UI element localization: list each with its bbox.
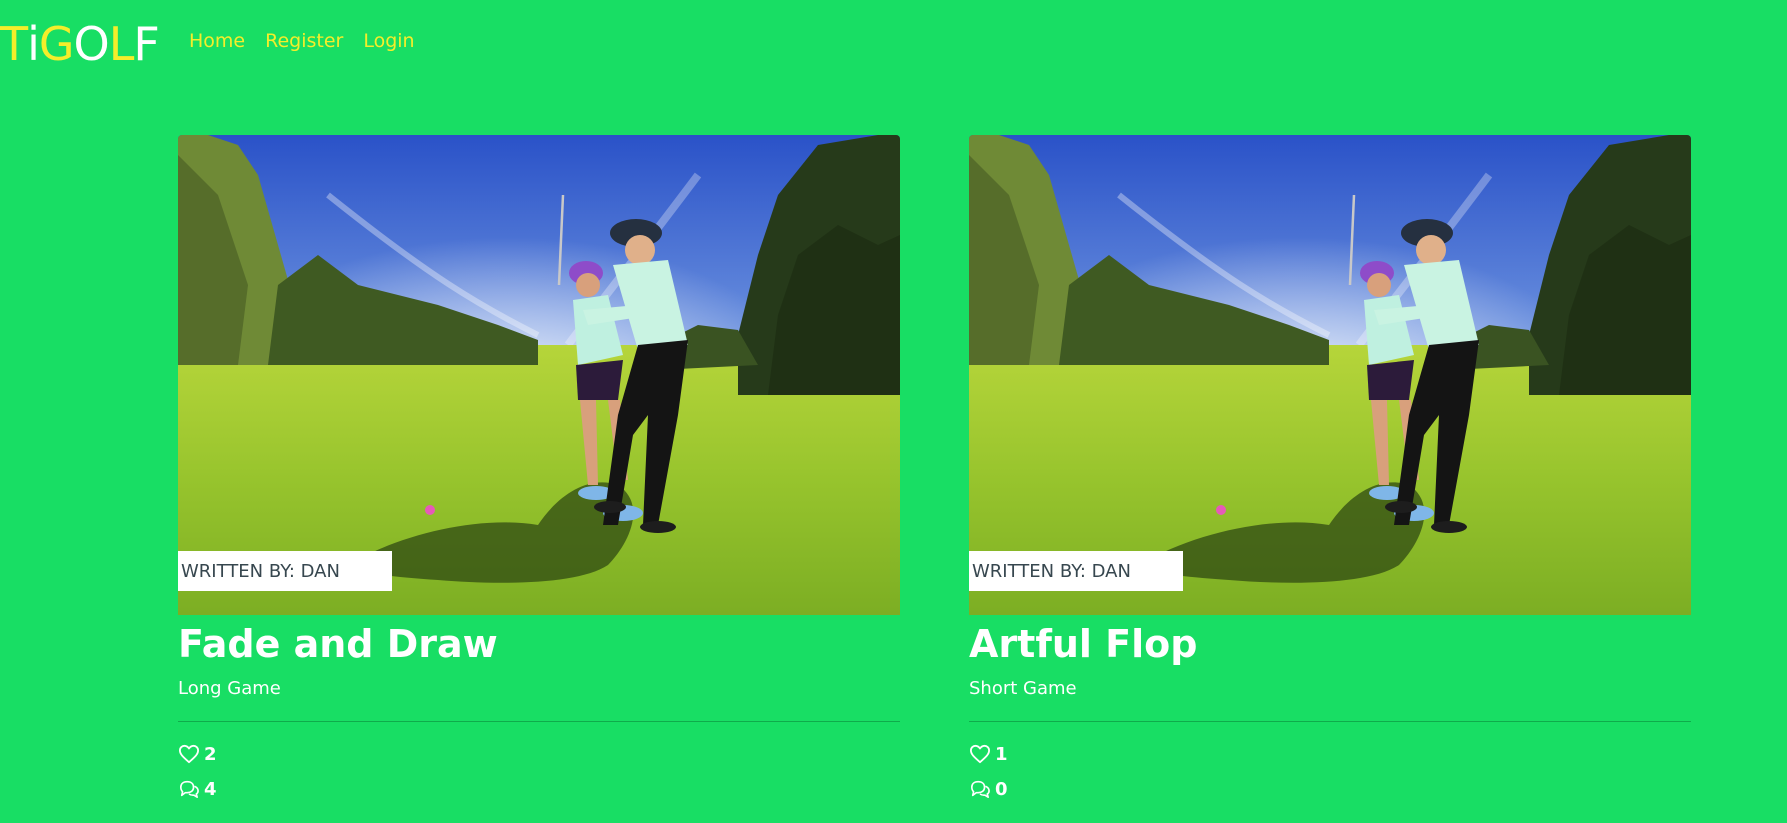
author-tag: WRITTEN BY: DAN (178, 551, 392, 591)
divider (178, 720, 900, 722)
post-card[interactable]: WRITTEN BY: DAN Fade and Draw Long Game … (178, 135, 900, 800)
post-category: Short Game (969, 677, 1077, 699)
brand-logo[interactable]: TiGOLF (0, 17, 160, 71)
likes-count: 2 (204, 743, 217, 765)
comments-count: 4 (204, 778, 217, 800)
golf-lesson-photo (969, 135, 1691, 615)
brand-letter: G (38, 17, 75, 71)
comments-count: 0 (995, 778, 1008, 800)
brand-letter: L (108, 17, 135, 71)
brand-letter: O (73, 17, 110, 71)
post-title[interactable]: Artful Flop (969, 622, 1691, 668)
comments-stat[interactable]: 0 (969, 779, 1691, 800)
brand-letter: T (0, 17, 28, 71)
heart-icon[interactable] (178, 744, 200, 764)
post-category: Long Game (178, 677, 281, 699)
nav-links: Home Register Login (189, 30, 415, 52)
divider (969, 720, 1691, 722)
post-image[interactable]: WRITTEN BY: DAN (969, 135, 1691, 615)
comments-stat[interactable]: 4 (178, 779, 900, 800)
post-title[interactable]: Fade and Draw (178, 622, 900, 668)
likes-stat[interactable]: 2 (178, 744, 900, 765)
author-tag: WRITTEN BY: DAN (969, 551, 1183, 591)
golf-lesson-photo (178, 135, 900, 615)
brand-letter: F (133, 17, 159, 71)
likes-count: 1 (995, 743, 1008, 765)
nav-login-link[interactable]: Login (363, 30, 414, 52)
post-image[interactable]: WRITTEN BY: DAN (178, 135, 900, 615)
brand-letter: i (27, 17, 40, 71)
nav-register-link[interactable]: Register (265, 30, 343, 52)
post-card[interactable]: WRITTEN BY: DAN Artful Flop Short Game 1… (969, 135, 1691, 800)
nav-home-link[interactable]: Home (189, 30, 245, 52)
comments-icon[interactable] (969, 779, 991, 799)
heart-icon[interactable] (969, 744, 991, 764)
likes-stat[interactable]: 1 (969, 744, 1691, 765)
comments-icon[interactable] (178, 779, 200, 799)
